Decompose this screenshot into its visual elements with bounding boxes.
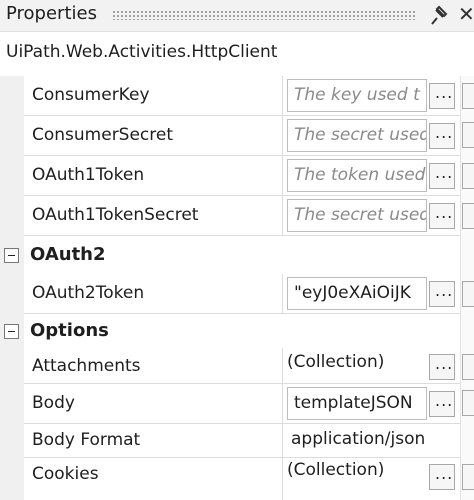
input-placeholder: The secret used <box>294 125 427 145</box>
body-input[interactable]: templateJSON <box>287 387 427 420</box>
expression-editor-button[interactable] <box>462 354 474 380</box>
property-name-cell: OAuth1TokenSecret <box>24 196 283 235</box>
property-name-cell: ConsumerSecret <box>24 116 283 155</box>
property-value-cell: (Collection) ... <box>285 348 460 387</box>
property-value-cell: templateJSON ... <box>285 384 460 423</box>
property-value-cell: "eyJ0eXAiOiJK ... <box>285 274 460 313</box>
property-name: OAuth2Token <box>32 283 145 303</box>
ellipsis-button[interactable]: ... <box>429 203 455 229</box>
property-name: ConsumerSecret <box>32 125 174 145</box>
consumersecret-input[interactable]: The secret used <box>287 119 427 152</box>
property-name: Body Format <box>32 430 141 450</box>
input-value: "eyJ0eXAiOiJK <box>294 283 411 303</box>
body-format-value[interactable]: application/json <box>291 429 425 449</box>
expression-editor-button[interactable] <box>462 390 474 416</box>
ellipsis-button[interactable]: ... <box>429 354 455 380</box>
titlebar-drag-grip[interactable] <box>112 10 416 20</box>
property-name: Body <box>32 393 75 413</box>
property-row-consumerkey[interactable]: ConsumerKey The key used t ... <box>24 76 460 116</box>
property-value-cell: (Collection) ... <box>285 458 460 497</box>
property-name: Cookies <box>32 464 99 484</box>
property-row-body[interactable]: Body templateJSON ... <box>24 384 460 424</box>
property-row-body-format[interactable]: Body Format application/json <box>24 424 460 458</box>
property-name: Attachments <box>32 356 141 376</box>
pushpin-icon[interactable] <box>428 4 450 28</box>
property-value-cell: The secret used ... <box>285 116 460 155</box>
property-row-oauth1token[interactable]: OAuth1Token The token used ... <box>24 156 460 196</box>
property-name: ConsumerKey <box>32 85 150 105</box>
category-oauth2[interactable]: OAuth2 <box>0 238 474 274</box>
property-name-cell: Body <box>24 384 283 423</box>
expression-editor-button[interactable] <box>462 83 474 109</box>
activity-type-name: UiPath.Web.Activities.HttpClient <box>6 42 278 62</box>
property-row-oauth1tokensecret[interactable]: OAuth1TokenSecret The secret used ... <box>24 196 460 236</box>
property-value-cell: The token used ... <box>285 156 460 195</box>
property-row-cookies[interactable]: Cookies (Collection) ... <box>24 458 460 500</box>
category-label: Options <box>30 320 109 341</box>
ellipsis-button[interactable]: ... <box>429 464 455 490</box>
property-name-cell: OAuth1Token <box>24 156 283 195</box>
collapse-icon[interactable] <box>4 248 19 263</box>
collapse-icon[interactable] <box>4 324 19 339</box>
ellipsis-button[interactable]: ... <box>429 123 455 149</box>
property-value-cell: The secret used ... <box>285 196 460 235</box>
oauth1tokensecret-input[interactable]: The secret used <box>287 199 427 232</box>
input-value: templateJSON <box>294 393 413 413</box>
expression-editor-button[interactable] <box>462 203 474 229</box>
expression-editor-button[interactable] <box>462 464 474 490</box>
ellipsis-button[interactable]: ... <box>429 163 455 189</box>
property-row-oauth2token[interactable]: OAuth2Token "eyJ0eXAiOiJK ... <box>24 274 460 314</box>
property-name-cell: Attachments <box>24 348 283 383</box>
expression-editor-button[interactable] <box>462 122 474 148</box>
property-row-consumersecret[interactable]: ConsumerSecret The secret used ... <box>24 116 460 156</box>
attachments-value[interactable]: (Collection) <box>287 352 384 372</box>
oauth1token-input[interactable]: The token used <box>287 159 427 192</box>
input-placeholder: The token used <box>294 165 426 185</box>
ellipsis-button[interactable]: ... <box>429 83 455 109</box>
expression-editor-button[interactable] <box>462 281 474 307</box>
category-label: OAuth2 <box>30 244 106 265</box>
panel-title: Properties <box>6 3 97 24</box>
oauth2token-input[interactable]: "eyJ0eXAiOiJK <box>287 277 427 310</box>
property-value-cell: The key used t ... <box>285 76 460 115</box>
property-grid: ConsumerKey The key used t ... ConsumerS… <box>0 76 474 500</box>
property-name: OAuth1Token <box>32 165 145 185</box>
input-placeholder: The secret used <box>294 205 427 225</box>
ellipsis-button[interactable]: ... <box>429 281 455 307</box>
close-icon[interactable]: ✕ <box>458 2 474 26</box>
input-placeholder: The key used t <box>294 85 420 105</box>
property-name: OAuth1TokenSecret <box>32 205 199 225</box>
property-name-cell: Body Format <box>24 424 283 457</box>
property-name-cell: ConsumerKey <box>24 76 283 115</box>
expression-editor-button[interactable] <box>462 163 474 189</box>
grid-left-gutter <box>0 76 24 500</box>
consumerkey-input[interactable]: The key used t <box>287 79 427 112</box>
property-row-attachments[interactable]: Attachments (Collection) ... <box>24 348 460 384</box>
property-name-cell: Cookies <box>24 458 283 500</box>
category-options[interactable]: Options <box>0 314 474 350</box>
properties-panel-titlebar: Properties ✕ <box>0 0 474 32</box>
property-name-cell: OAuth2Token <box>24 274 283 313</box>
ellipsis-button[interactable]: ... <box>429 391 455 417</box>
cookies-value[interactable]: (Collection) <box>287 460 384 480</box>
